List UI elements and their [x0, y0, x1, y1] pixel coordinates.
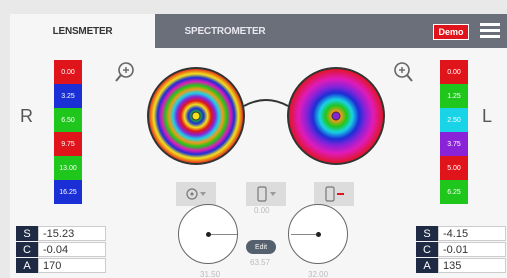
hamburger-menu-icon[interactable] — [480, 23, 500, 39]
axis-label: A — [16, 258, 38, 273]
phone-button[interactable] — [246, 182, 286, 206]
sphere-row: S -4.15 — [416, 226, 506, 241]
left-scale-cell: 3.75 — [440, 132, 468, 156]
right-pd-value: 31.50 — [200, 270, 221, 278]
left-axis-gauge — [288, 204, 348, 264]
target-icon — [186, 188, 206, 200]
sphere-value: -4.15 — [438, 226, 506, 241]
right-power-scale: 0.00 3.25 6.50 9.75 13.00 16.25 — [54, 60, 82, 206]
axis-row: A 135 — [416, 258, 506, 273]
right-scale-cell: 3.25 — [54, 84, 82, 108]
phone-remove-icon — [325, 186, 344, 202]
right-scale-cell: 9.75 — [54, 132, 82, 156]
target-button[interactable] — [176, 182, 216, 206]
demo-badge[interactable]: Demo — [433, 24, 469, 40]
edit-button[interactable]: Edit — [246, 240, 276, 254]
right-scale-cell: 16.25 — [54, 180, 82, 204]
center-top-value: 0.00 — [254, 206, 270, 215]
gauge-tick — [291, 234, 319, 235]
cylinder-value: -0.01 — [438, 242, 506, 257]
right-scale-cell: 13.00 — [54, 156, 82, 180]
axis-value: 170 — [38, 258, 106, 273]
right-eye-letter: R — [20, 106, 33, 126]
cylinder-row: C -0.01 — [416, 242, 506, 257]
left-eye-letter: L — [482, 106, 493, 126]
tab-bar: LENSMETER SPECTROMETER Demo — [10, 14, 507, 48]
gauge-center — [206, 232, 211, 237]
axis-row: A 170 — [16, 258, 106, 273]
phone-icon — [257, 186, 276, 202]
right-axis-gauge — [178, 204, 238, 264]
axis-value: 135 — [438, 258, 506, 273]
axis-label: A — [416, 258, 438, 273]
sphere-value: -15.23 — [38, 226, 106, 241]
sphere-row: S -15.23 — [16, 226, 106, 241]
left-scale-cell: 0.00 — [440, 60, 468, 84]
tab-spectrometer[interactable]: SPECTROMETER — [155, 14, 295, 48]
cylinder-label: C — [16, 242, 38, 257]
left-scale-cell: 2.50 — [440, 108, 468, 132]
right-scale-cell: 0.00 — [54, 60, 82, 84]
left-scale-cell: 6.25 — [440, 180, 468, 204]
zoom-in-icon[interactable] — [114, 61, 136, 83]
phone-remove-button[interactable] — [314, 182, 354, 206]
gauge-tick — [209, 234, 237, 235]
sphere-label: S — [416, 226, 438, 241]
left-power-scale: 0.00 1.25 2.50 3.75 5.00 6.25 — [440, 60, 468, 206]
zoom-in-icon[interactable] — [392, 61, 414, 83]
center-middle-value: 63.57 — [250, 258, 271, 267]
gauge-center — [316, 232, 321, 237]
cylinder-label: C — [416, 242, 438, 257]
cylinder-row: C -0.04 — [16, 242, 106, 257]
cylinder-value: -0.04 — [38, 242, 106, 257]
tab-lensmeter[interactable]: LENSMETER — [10, 14, 155, 48]
left-scale-cell: 5.00 — [440, 156, 468, 180]
sphere-label: S — [16, 226, 38, 241]
left-pd-value: 32.00 — [308, 270, 329, 278]
right-scale-cell: 6.50 — [54, 108, 82, 132]
left-scale-cell: 1.25 — [440, 84, 468, 108]
lens-power-map — [147, 67, 385, 165]
lensmeter-app: LENSMETER SPECTROMETER Demo R 0.00 3.25 … — [10, 14, 507, 278]
